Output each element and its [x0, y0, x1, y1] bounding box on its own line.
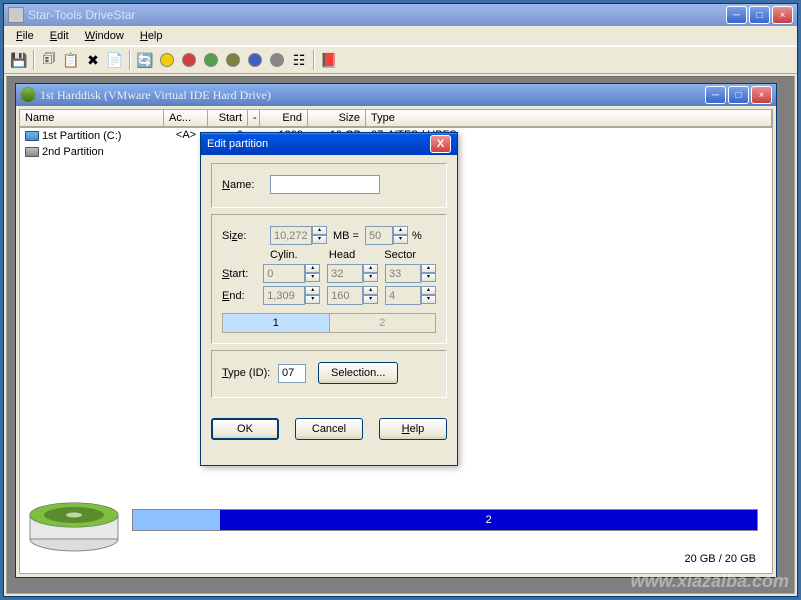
delete-icon[interactable]: ✖ [82, 49, 104, 71]
partition-icon [25, 131, 39, 141]
menubar: File Edit Window Help [4, 26, 797, 46]
size-label: Size: [222, 230, 270, 242]
head-label: Head [329, 249, 384, 261]
bar-segment-2[interactable]: 2 [220, 510, 757, 530]
percent-spinner[interactable]: ▴▾ [365, 226, 408, 245]
col-active[interactable]: Ac... [164, 110, 208, 127]
save-icon[interactable]: 💾 [8, 49, 30, 71]
spin-down-icon[interactable]: ▾ [312, 235, 327, 244]
sector-label: Sector [384, 249, 436, 261]
circle-gray-icon[interactable] [266, 49, 288, 71]
app-icon [8, 7, 24, 23]
tab-1[interactable]: 1 [223, 314, 330, 332]
disk-total-label: 20 GB / 20 GB [684, 553, 756, 565]
circle-green-icon[interactable] [200, 49, 222, 71]
start-cylin-spinner[interactable]: ▴▾ [263, 264, 320, 283]
spin-up-icon[interactable]: ▴ [312, 226, 327, 235]
dialog-titlebar[interactable]: Edit partition X [201, 133, 457, 155]
circle-olive-icon[interactable] [222, 49, 244, 71]
name-input[interactable] [270, 175, 380, 194]
help-icon[interactable]: 📕 [318, 49, 340, 71]
menu-edit[interactable]: Edit [42, 28, 77, 44]
end-cylin-spinner[interactable]: ▴▾ [263, 286, 320, 305]
end-sector-spinner[interactable]: ▴▾ [385, 286, 436, 305]
app-title: Star-Tools DriveStar [28, 8, 726, 22]
type-label: Type (ID): [222, 367, 278, 379]
refresh-icon[interactable]: 🔄 [134, 49, 156, 71]
child-maximize-button[interactable]: □ [728, 86, 749, 104]
edit-partition-dialog: Edit partition X Name: Size: ▴▾ MB = ▴▾ … [200, 132, 458, 466]
child-title: 1st Harddisk (VMware Virtual IDE Hard Dr… [40, 88, 705, 103]
minimize-button[interactable]: ─ [726, 6, 747, 24]
col-size[interactable]: Size [308, 110, 366, 127]
percent-label: % [412, 230, 422, 242]
start-sector-spinner[interactable]: ▴▾ [385, 264, 436, 283]
dialog-title: Edit partition [207, 138, 268, 150]
filters-icon[interactable]: ☷ [288, 49, 310, 71]
paste-icon[interactable]: 📋 [60, 49, 82, 71]
list-header: Name Ac... Start - End Size Type [20, 110, 772, 128]
end-head-spinner[interactable]: ▴▾ [327, 286, 378, 305]
tab-2[interactable]: 2 [330, 314, 436, 332]
menu-help[interactable]: Help [132, 28, 171, 44]
disk-icon [20, 87, 36, 103]
disk-graphic-icon [28, 495, 120, 553]
name-label: Name: [222, 179, 270, 191]
col-type[interactable]: Type [366, 110, 772, 127]
main-titlebar[interactable]: Star-Tools DriveStar ─ □ × [4, 4, 797, 26]
start-label: Start: [222, 268, 263, 280]
col-start[interactable]: Start [208, 110, 248, 127]
col-name[interactable]: Name [20, 110, 164, 127]
child-titlebar[interactable]: 1st Harddisk (VMware Virtual IDE Hard Dr… [16, 84, 776, 106]
ok-button[interactable]: OK [211, 418, 279, 440]
menu-window[interactable]: Window [77, 28, 132, 44]
menu-file[interactable]: File [8, 28, 42, 44]
partition-bar[interactable]: 2 [132, 509, 758, 531]
size-spinner[interactable]: ▴▾ [270, 226, 327, 245]
col-end[interactable]: End [260, 110, 308, 127]
properties-icon[interactable]: 📄 [104, 49, 126, 71]
help-button[interactable]: Help [379, 418, 447, 440]
toolbar: 💾 🗊 📋 ✖ 📄 🔄 ☷ 📕 [4, 46, 797, 74]
dialog-close-button[interactable]: X [430, 135, 451, 153]
child-minimize-button[interactable]: ─ [705, 86, 726, 104]
cylin-label: Cylin. [270, 249, 329, 261]
partition-icon [25, 147, 39, 157]
circle-blue-icon[interactable] [244, 49, 266, 71]
maximize-button[interactable]: □ [749, 6, 770, 24]
circle-yellow-icon[interactable] [156, 49, 178, 71]
col-dash[interactable]: - [248, 110, 260, 127]
unit-label: MB = [333, 230, 359, 242]
selection-button[interactable]: Selection... [318, 362, 398, 384]
cancel-button[interactable]: Cancel [295, 418, 363, 440]
type-input[interactable] [278, 364, 306, 383]
circle-red-icon[interactable] [178, 49, 200, 71]
child-close-button[interactable]: × [751, 86, 772, 104]
start-head-spinner[interactable]: ▴▾ [327, 264, 378, 283]
copy-icon[interactable]: 🗊 [38, 49, 60, 71]
close-button[interactable]: × [772, 6, 793, 24]
bar-segment-1[interactable] [133, 510, 220, 530]
end-label: End: [222, 290, 263, 302]
